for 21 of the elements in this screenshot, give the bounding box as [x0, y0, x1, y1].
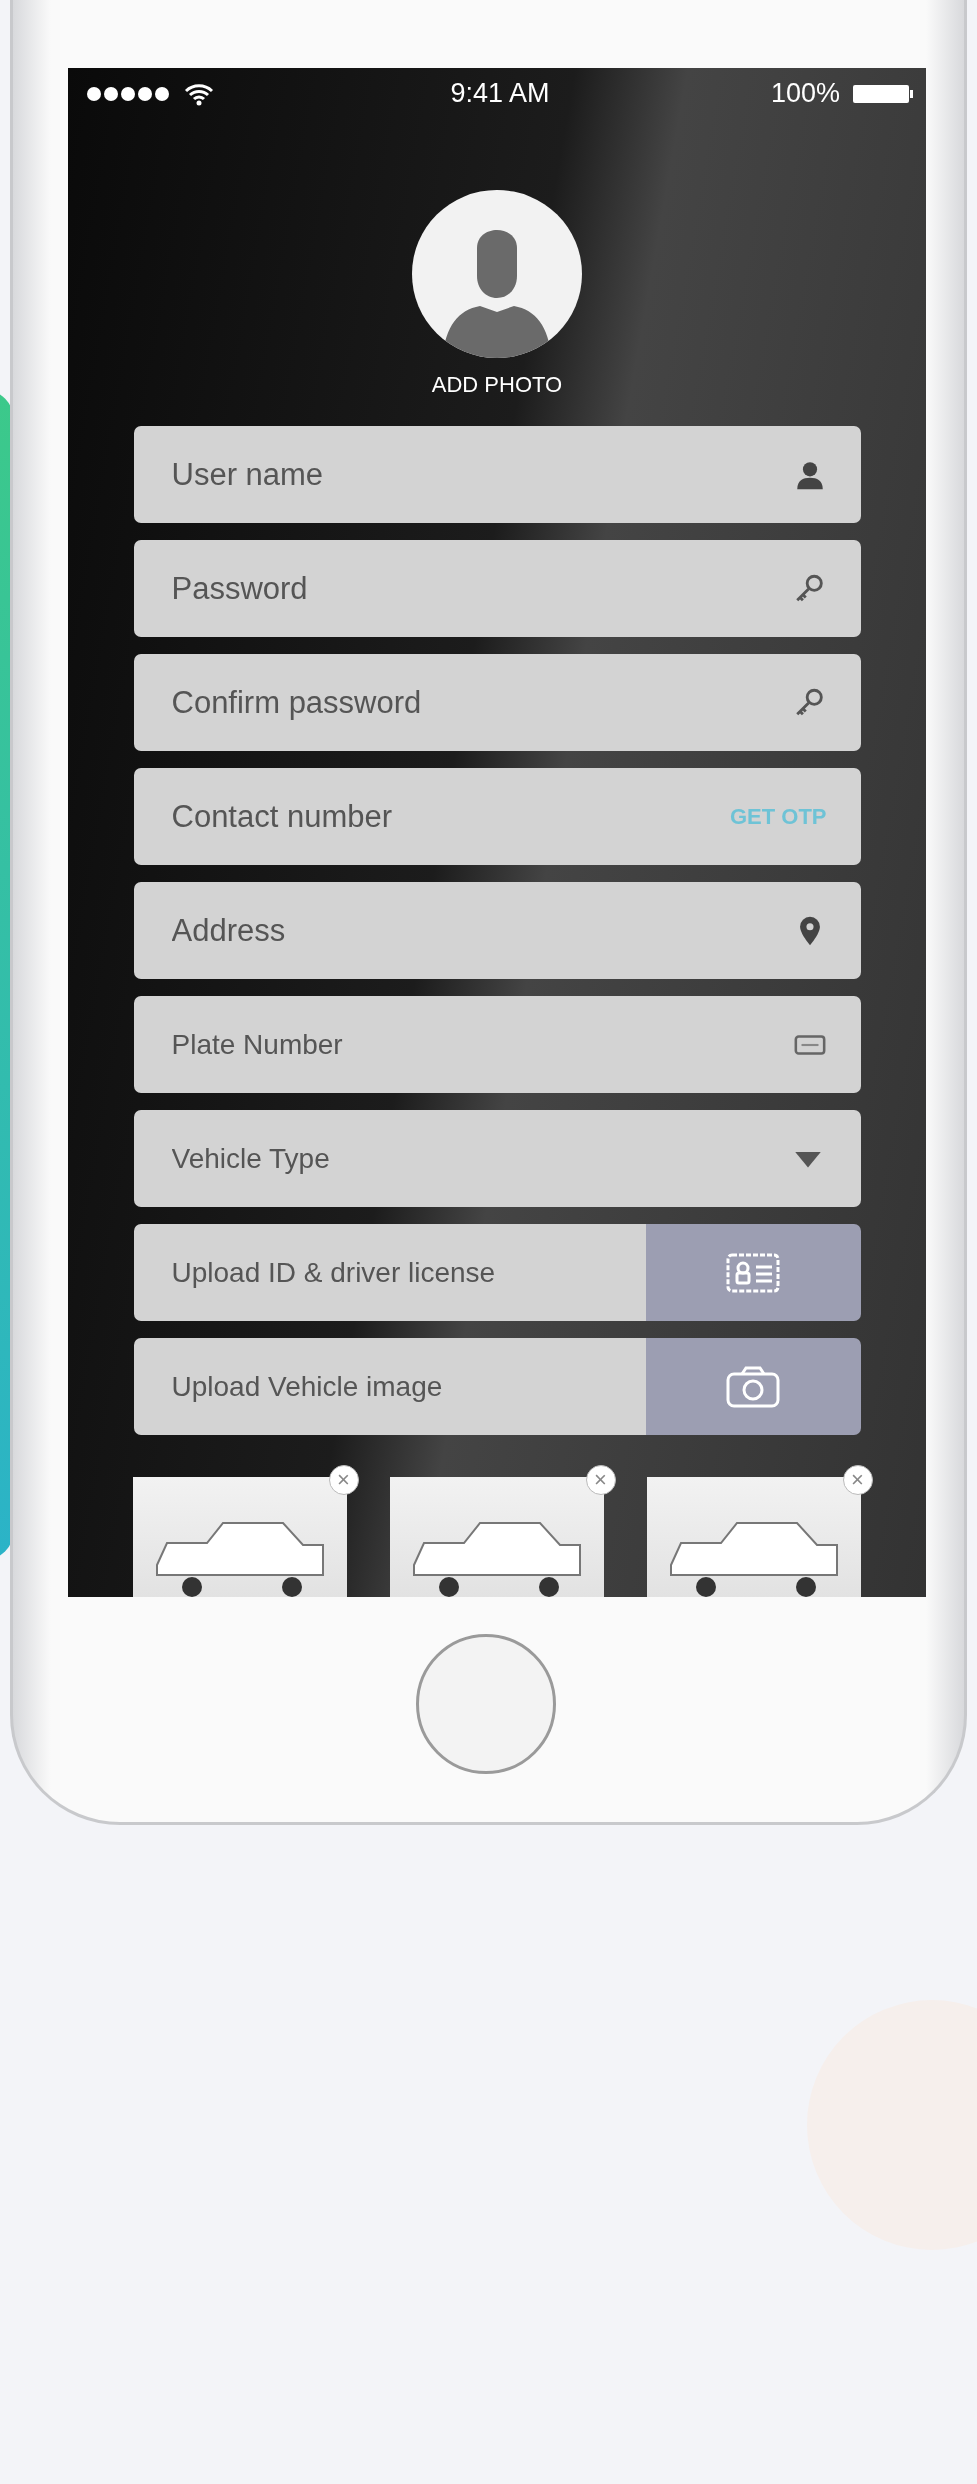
- add-photo-label[interactable]: ADD PHOTO: [431, 372, 563, 398]
- battery-icon: [852, 82, 914, 105]
- wifi-icon: [184, 81, 214, 106]
- upload-button[interactable]: [645, 1338, 861, 1435]
- input-field[interactable]: Upload Vehicle image: [133, 1338, 646, 1435]
- input-field[interactable]: Plate Number: [133, 996, 861, 1093]
- signal-icon: [86, 85, 172, 102]
- dropdown-field[interactable]: Vehicle Type: [133, 1110, 861, 1207]
- status-time: 9:41 AM: [450, 78, 550, 110]
- battery-percent: 100%: [770, 78, 840, 110]
- remove-button[interactable]: ×: [585, 1465, 616, 1495]
- input-field[interactable]: User name: [133, 426, 861, 523]
- input-field[interactable]: Password: [133, 540, 861, 637]
- input-field[interactable]: Confirm password: [133, 654, 861, 751]
- input-field[interactable]: Address: [133, 882, 861, 979]
- remove-button[interactable]: ×: [842, 1465, 873, 1495]
- remove-button[interactable]: ×: [328, 1465, 359, 1495]
- id-card-icon: [726, 1252, 780, 1293]
- upload-button[interactable]: [645, 1224, 861, 1321]
- camera-icon: [726, 1365, 780, 1408]
- input-field[interactable]: Upload ID & driver license: [133, 1224, 646, 1321]
